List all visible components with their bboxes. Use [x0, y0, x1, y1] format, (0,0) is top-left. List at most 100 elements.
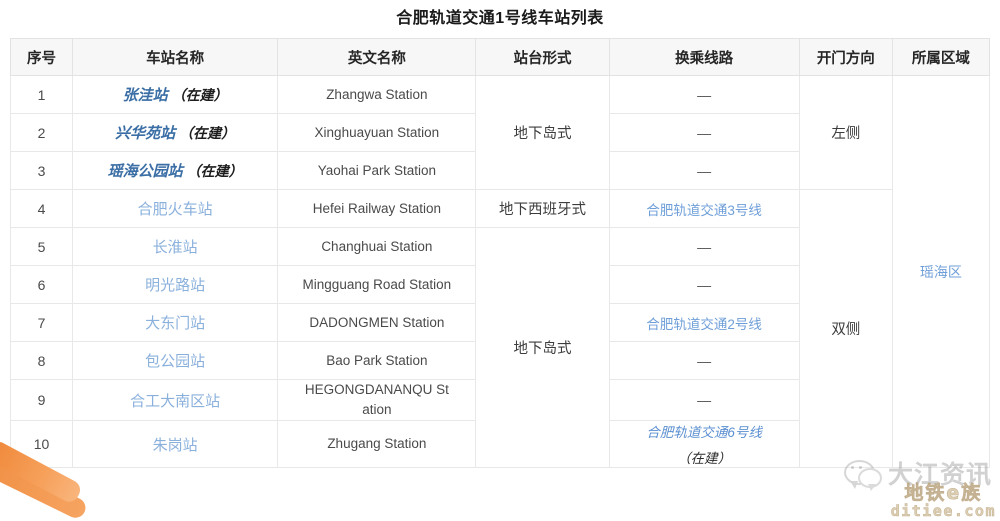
station-name-link[interactable]: 合肥火车站 — [138, 201, 213, 218]
column-header-platform: 站台形式 — [475, 38, 610, 76]
cell-cn-name: 瑶海公园站 （在建） — [72, 151, 279, 190]
station-name-link[interactable]: 明光路站 — [145, 277, 205, 294]
platform-type: 地下岛式 — [513, 126, 572, 142]
cell-transfer: — — [608, 379, 800, 421]
door-direction: 左侧 — [831, 126, 861, 142]
column-header-en-name: 英文名称 — [277, 38, 477, 76]
transfer-none: — — [697, 162, 712, 179]
cell-door-merged-4-10: 双侧 — [798, 189, 893, 468]
station-en-name-line2: ation — [362, 402, 392, 417]
station-name-link[interactable]: 张洼站 — [123, 87, 168, 104]
watermark-ditiee-line1: 地铁e族 — [904, 482, 983, 504]
cell-cn-name: 大东门站 — [72, 303, 279, 342]
transfer-none: — — [697, 124, 712, 141]
cell-cn-name: 长淮站 — [72, 227, 279, 266]
cell-index: 9 — [9, 379, 74, 421]
station-en-name: Xinghuayuan Station — [314, 124, 440, 140]
column-header-door: 开门方向 — [798, 38, 893, 76]
row-index: 4 — [37, 200, 46, 217]
page-title: 合肥轨道交通1号线车站列表 — [396, 10, 604, 27]
transfer-line-link[interactable]: 合肥轨道交通2号线 — [646, 317, 762, 332]
transfer-status-note: （在建） — [677, 451, 732, 466]
row-index: 1 — [37, 86, 46, 103]
station-table-container: 序号 车站名称 英文名称 站台形式 换乘线路 开门方向 所属区域 1 张洼站 （在… — [0, 38, 991, 521]
transfer-none: — — [697, 276, 712, 293]
row-index: 2 — [37, 124, 46, 141]
row-index: 5 — [37, 238, 46, 255]
station-status-note: （在建） — [186, 163, 243, 179]
cell-index: 2 — [9, 113, 74, 152]
cell-index: 5 — [9, 227, 74, 266]
cell-door-merged-1-3: 左侧 — [798, 75, 893, 190]
station-en-name: Yaohai Park Station — [317, 162, 437, 178]
cell-en-name: Mingguang Road Station — [277, 265, 477, 304]
transfer-none: — — [697, 86, 712, 103]
row-index: 7 — [37, 314, 46, 331]
cell-transfer: — — [608, 227, 800, 266]
station-en-name: Bao Park Station — [326, 352, 428, 368]
cell-en-name: Zhangwa Station — [277, 75, 477, 114]
cell-cn-name: 合工大南区站 — [72, 379, 279, 421]
cell-cn-name: 兴华苑站 （在建） — [72, 113, 279, 152]
table-row: 4 合肥火车站 Hefei Railway Station 地下西班牙式 合肥轨… — [9, 189, 990, 468]
cell-transfer: 合肥轨道交通3号线 — [608, 189, 800, 228]
row-index: 6 — [37, 276, 46, 293]
station-en-name: DADONGMEN Station — [309, 314, 445, 330]
cell-cn-name: 明光路站 — [72, 265, 279, 304]
table-row: 1 张洼站 （在建） Zhangwa Station 地下岛式 — 左侧 瑶海区 — [9, 75, 991, 468]
cell-index: 7 — [9, 303, 74, 342]
station-status-note: （在建） — [179, 125, 236, 141]
column-header-index: 序号 — [9, 38, 74, 76]
cell-zone-merged-all: 瑶海区 — [891, 75, 991, 468]
watermark-ditiee-line2: ditiee.com — [890, 502, 996, 520]
cell-en-name: DADONGMEN Station — [277, 303, 477, 342]
cell-cn-name: 合肥火车站 — [72, 189, 279, 228]
column-header-zone: 所属区域 — [891, 38, 991, 76]
cell-index: 1 — [9, 75, 74, 114]
station-name-link[interactable]: 长淮站 — [153, 239, 198, 256]
cell-platform-merged-5-10: 地下岛式 — [475, 227, 610, 468]
cell-index: 8 — [9, 341, 74, 380]
transfer-none: — — [697, 392, 712, 408]
row-index: 10 — [33, 436, 50, 452]
station-name-link[interactable]: 大东门站 — [145, 315, 205, 332]
cell-transfer: — — [608, 265, 800, 304]
station-name-link[interactable]: 包公园站 — [145, 353, 205, 370]
station-en-name: Zhangwa Station — [326, 86, 428, 102]
door-direction: 双侧 — [831, 322, 861, 338]
cell-en-name: Bao Park Station — [277, 341, 477, 380]
cell-en-name: Xinghuayuan Station — [277, 113, 477, 152]
transfer-none: — — [697, 238, 712, 255]
cell-cn-name: 包公园站 — [72, 341, 279, 380]
station-name-link[interactable]: 合工大南区站 — [130, 393, 220, 410]
cell-en-name: Changhuai Station — [277, 227, 477, 266]
station-name-link[interactable]: 瑶海公园站 — [108, 163, 183, 180]
cell-transfer: — — [608, 75, 800, 114]
station-en-name: Mingguang Road Station — [302, 276, 452, 292]
cell-index: 6 — [9, 265, 74, 304]
watermark-ditiee: 地铁e族 ditiee.com — [890, 482, 996, 520]
cell-en-name: Hefei Railway Station — [277, 189, 477, 228]
station-status-note: （在建） — [171, 87, 228, 103]
cell-index: 4 — [9, 189, 74, 228]
cell-transfer: 合肥轨道交通6号线 （在建） — [608, 420, 800, 468]
station-en-name: Changhuai Station — [321, 238, 433, 254]
cell-index: 3 — [9, 151, 74, 190]
cell-cn-name: 张洼站 （在建） — [72, 75, 279, 114]
zone-link[interactable]: 瑶海区 — [920, 264, 962, 280]
cell-en-name: Yaohai Park Station — [277, 151, 477, 190]
row-index: 3 — [37, 162, 46, 179]
transfer-none: — — [697, 352, 712, 369]
station-name-link[interactable]: 朱岗站 — [153, 437, 198, 454]
platform-type: 地下西班牙式 — [499, 202, 587, 218]
row-index: 9 — [37, 392, 46, 408]
transfer-line-link[interactable]: 合肥轨道交通6号线 — [646, 425, 762, 440]
cell-platform-merged-1-3: 地下岛式 — [475, 75, 610, 190]
station-en-name: Zhugang Station — [327, 436, 427, 451]
station-en-name-line1: HEGONGDANANQU St — [304, 382, 449, 397]
station-name-link[interactable]: 兴华苑站 — [115, 125, 175, 142]
cell-transfer: 合肥轨道交通2号线 — [608, 303, 800, 342]
cell-en-name: Zhugang Station — [277, 420, 477, 468]
cell-transfer: — — [608, 341, 800, 380]
transfer-line-link[interactable]: 合肥轨道交通3号线 — [646, 203, 762, 218]
